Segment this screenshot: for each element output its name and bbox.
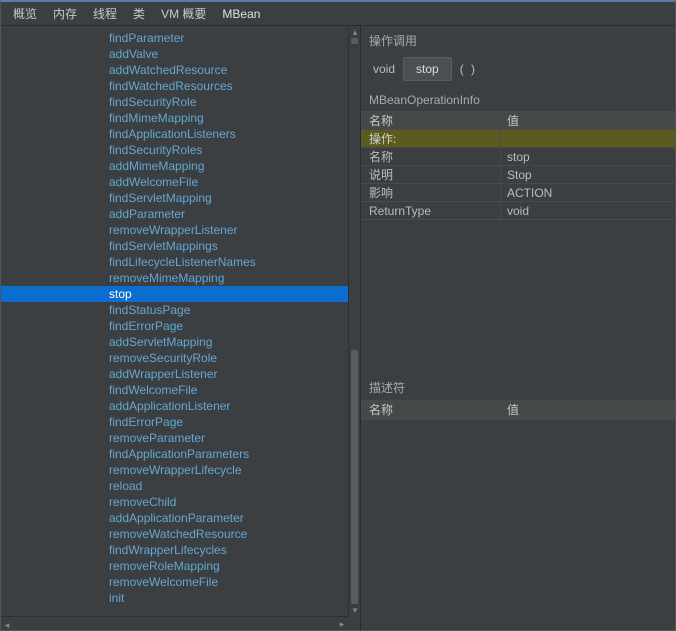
- tree-item[interactable]: removeMimeMapping: [1, 270, 348, 286]
- cell: stop: [501, 148, 675, 165]
- tree-item[interactable]: removeWelcomeFile: [1, 574, 348, 590]
- table-header: 名称 值: [361, 401, 675, 419]
- scroll-thumb[interactable]: [351, 38, 358, 44]
- table-header: 名称 值: [361, 112, 675, 130]
- operation-invoke-row: void stop ( ): [361, 53, 675, 91]
- tree-item[interactable]: addValve: [1, 46, 348, 62]
- descriptor-block: 描述符 名称 值: [361, 373, 675, 420]
- tree-item[interactable]: findServletMapping: [1, 190, 348, 206]
- cell: 说明: [361, 166, 501, 183]
- tab-bar: 概览 内存 线程 类 VM 概要 MBean: [1, 2, 675, 26]
- tree-item[interactable]: findMimeMapping: [1, 110, 348, 126]
- tree-item[interactable]: removeSecurityRole: [1, 350, 348, 366]
- tree-item[interactable]: init: [1, 590, 348, 606]
- body: findParameteraddValveaddWatchedResourcef…: [1, 26, 675, 630]
- table-row: 说明 Stop: [361, 166, 675, 184]
- tab-vm-summary[interactable]: VM 概要: [155, 3, 212, 24]
- tab-overview[interactable]: 概览: [7, 3, 43, 24]
- cell: void: [501, 202, 675, 219]
- scroll-right-icon[interactable]: ▸: [336, 617, 348, 630]
- tab-threads[interactable]: 线程: [87, 3, 123, 24]
- col-value: 值: [501, 401, 675, 418]
- tree-item[interactable]: findSecurityRole: [1, 94, 348, 110]
- cell: ReturnType: [361, 202, 501, 219]
- tree-item[interactable]: findWatchedResources: [1, 78, 348, 94]
- tree-item[interactable]: removeWrapperListener: [1, 222, 348, 238]
- cell: 名称: [361, 148, 501, 165]
- tree-item[interactable]: findApplicationListeners: [1, 126, 348, 142]
- tree-item[interactable]: stop: [1, 286, 348, 302]
- horizontal-scrollbar[interactable]: ◂ ▸: [1, 616, 348, 630]
- scroll-down-icon[interactable]: ▾: [349, 604, 360, 616]
- operation-invoke-title: 操作调用: [361, 26, 675, 53]
- mbean-info-table: 名称 值 操作: 名称 stop 说明 Stop 影响 ACTION: [361, 111, 675, 220]
- table-row: 名称 stop: [361, 148, 675, 166]
- operations-tree-panel: findParameteraddValveaddWatchedResourcef…: [1, 26, 361, 630]
- tree-item[interactable]: removeWrapperLifecycle: [1, 462, 348, 478]
- invoke-button[interactable]: stop: [403, 57, 452, 81]
- tree-item[interactable]: findWelcomeFile: [1, 382, 348, 398]
- tree-item[interactable]: findWrapperLifecycles: [1, 542, 348, 558]
- scroll-up-icon[interactable]: ▴: [349, 26, 360, 38]
- cell: 操作:: [361, 130, 501, 147]
- tree-item[interactable]: addMimeMapping: [1, 158, 348, 174]
- tree-item[interactable]: findErrorPage: [1, 318, 348, 334]
- tree-item[interactable]: findParameter: [1, 30, 348, 46]
- tab-memory[interactable]: 内存: [47, 3, 83, 24]
- cell: Stop: [501, 166, 675, 183]
- operations-tree[interactable]: findParameteraddValveaddWatchedResourcef…: [1, 26, 348, 616]
- scroll-left-icon[interactable]: ◂: [1, 618, 13, 630]
- tree-item[interactable]: addParameter: [1, 206, 348, 222]
- descriptor-title: 描述符: [361, 373, 675, 400]
- tree-item[interactable]: removeChild: [1, 494, 348, 510]
- mbean-info-title: MBeanOperationInfo: [361, 91, 675, 111]
- tree-item[interactable]: findApplicationParameters: [1, 446, 348, 462]
- table-row: 影响 ACTION: [361, 184, 675, 202]
- tree-item[interactable]: addWatchedResource: [1, 62, 348, 78]
- paren-label: ( ): [460, 62, 477, 76]
- tree-item[interactable]: removeWatchedResource: [1, 526, 348, 542]
- tab-mbean[interactable]: MBean: [216, 5, 266, 23]
- tree-item[interactable]: addWelcomeFile: [1, 174, 348, 190]
- col-value: 值: [501, 112, 675, 129]
- tree-item[interactable]: findLifecycleListenerNames: [1, 254, 348, 270]
- tree-item[interactable]: findErrorPage: [1, 414, 348, 430]
- tree-item[interactable]: removeParameter: [1, 430, 348, 446]
- tree-item[interactable]: removeRoleMapping: [1, 558, 348, 574]
- tree-item[interactable]: addWrapperListener: [1, 366, 348, 382]
- mbean-panel: 概览 内存 线程 类 VM 概要 MBean findParameteraddV…: [0, 0, 676, 631]
- vertical-scrollbar[interactable]: ▴ ▾: [348, 26, 360, 616]
- tree-item[interactable]: addServletMapping: [1, 334, 348, 350]
- tree-item[interactable]: addApplicationListener: [1, 398, 348, 414]
- tree-item[interactable]: findSecurityRoles: [1, 142, 348, 158]
- cell: [501, 130, 675, 147]
- tree-item[interactable]: reload: [1, 478, 348, 494]
- table-section-row: 操作:: [361, 130, 675, 148]
- operation-detail-panel: 操作调用 void stop ( ) MBeanOperationInfo 名称…: [361, 26, 675, 630]
- tab-classes[interactable]: 类: [127, 3, 151, 24]
- cell: 影响: [361, 184, 501, 201]
- tree-item[interactable]: addApplicationParameter: [1, 510, 348, 526]
- cell: ACTION: [501, 184, 675, 201]
- scroll-thumb[interactable]: [351, 350, 358, 604]
- return-type: void: [373, 62, 395, 76]
- descriptor-table: 名称 值: [361, 400, 675, 420]
- table-row: ReturnType void: [361, 202, 675, 220]
- tree-item[interactable]: findStatusPage: [1, 302, 348, 318]
- col-name: 名称: [361, 112, 501, 129]
- tree-item[interactable]: findServletMappings: [1, 238, 348, 254]
- col-name: 名称: [361, 401, 501, 418]
